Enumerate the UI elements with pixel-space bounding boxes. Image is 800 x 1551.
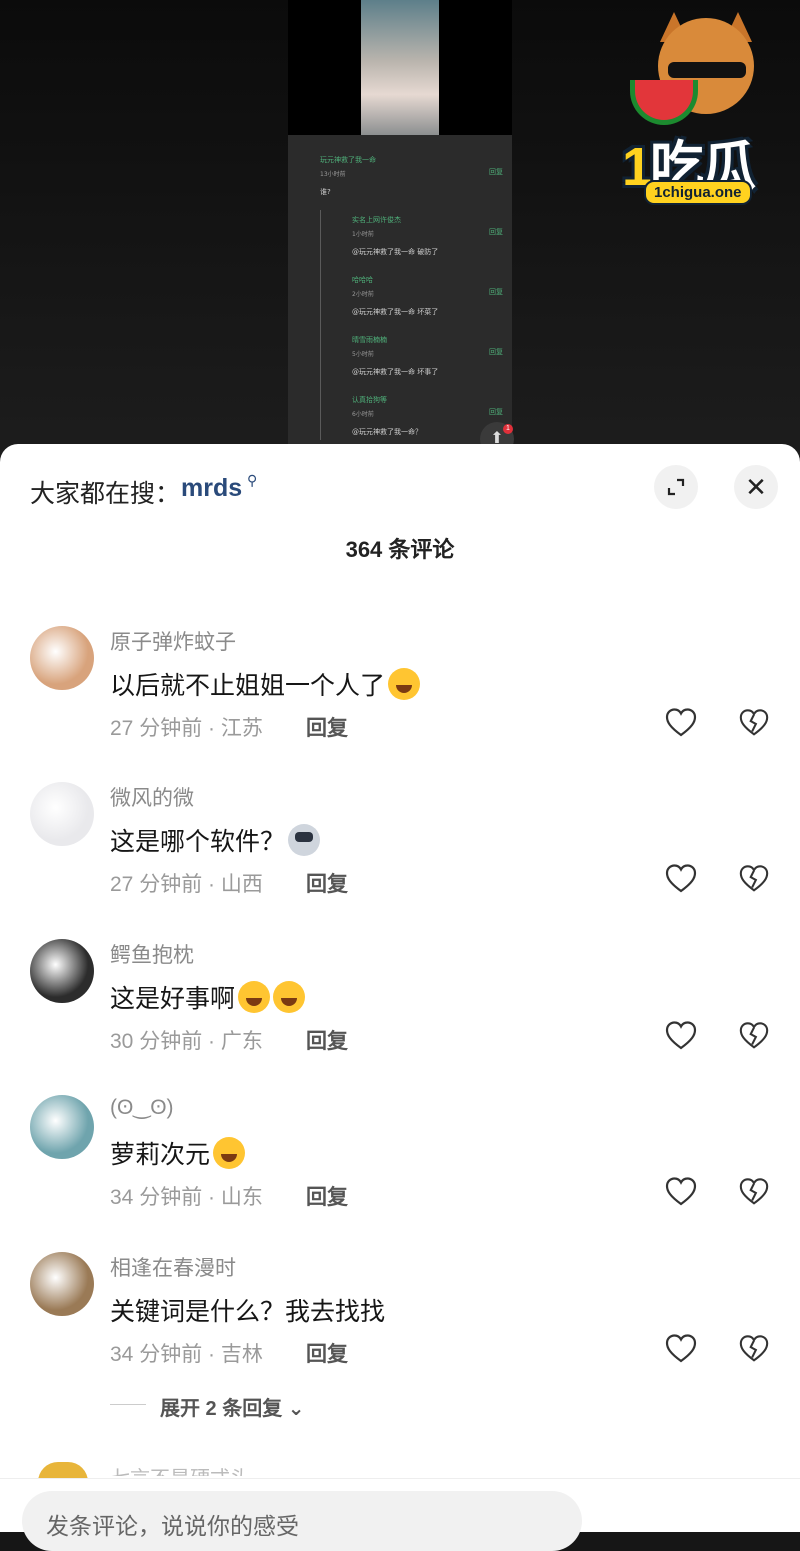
thread-reply-button[interactable]: 回复 (489, 347, 503, 357)
comment-user-name[interactable]: (ʘ‿ʘ) (110, 1095, 174, 1120)
embedded-comment-thread: 玩元神救了我一命 13小时前 谁? 回复 实名上网许俊杰 1小时前 @玩元神救了… (288, 135, 512, 445)
thread-parent-reply[interactable]: 回复 (489, 167, 503, 177)
expand-button[interactable] (654, 465, 698, 509)
like-heart-icon[interactable] (664, 1175, 698, 1209)
crying-laughing-emoji (238, 981, 271, 1013)
close-icon: ✕ (745, 472, 767, 502)
comment-count: 364 条评论 (345, 537, 455, 562)
comment-sheet: 大家都在搜： mrds ⚲ ✕ 364 条评论 原子弹炸蚊子 以后就不止姐姐一个… (0, 444, 800, 1551)
reply-button[interactable]: 回复 (306, 1338, 348, 1368)
like-heart-icon[interactable] (664, 706, 698, 740)
crying-laughing-emoji (273, 981, 306, 1013)
comment-time-location: 34 分钟前 · 山东 (110, 1186, 263, 1209)
reply-button[interactable]: 回复 (306, 1181, 348, 1211)
video-background: 玩元神救了我一命 13小时前 谁? 回复 实名上网许俊杰 1小时前 @玩元神救了… (0, 0, 800, 460)
comment-text: 这是好事啊 (110, 979, 306, 1015)
comment-user-name[interactable]: 微风的微 (110, 782, 194, 812)
avatar[interactable] (30, 939, 94, 1003)
comment-time-location: 34 分钟前 · 吉林 (110, 1343, 263, 1366)
dislike-broken-heart-icon[interactable] (738, 1019, 770, 1053)
crying-laughing-emoji (388, 668, 421, 700)
search-icon: ⚲ (247, 472, 258, 488)
comment-user-name[interactable]: 鳄鱼抱枕 (110, 939, 194, 969)
comment-item: 微风的微 这是哪个软件？ 27 分钟前 · 山西 回复 (0, 782, 800, 932)
reply-button[interactable]: 回复 (306, 712, 348, 742)
video-frame-image (361, 0, 439, 135)
comment-time-location: 27 分钟前 · 江苏 (110, 717, 263, 740)
dislike-broken-heart-icon[interactable] (738, 862, 770, 896)
comment-user-name[interactable]: 原子弹炸蚊子 (110, 626, 236, 656)
dislike-broken-heart-icon[interactable] (738, 1332, 770, 1366)
avatar[interactable] (30, 1252, 94, 1316)
notification-badge: 1 (503, 424, 513, 434)
comment-time-location: 27 分钟前 · 山西 (110, 873, 263, 896)
avatar[interactable] (30, 626, 94, 690)
dislike-broken-heart-icon[interactable] (738, 706, 770, 740)
watermelon-icon (630, 80, 698, 125)
thread-reply-time: 1小时前 (352, 231, 374, 238)
like-heart-icon[interactable] (664, 862, 698, 896)
trending-search-link[interactable]: mrds (181, 474, 242, 503)
avatar[interactable] (30, 782, 94, 846)
thread-reply-name: 实名上网许俊杰 (352, 216, 401, 224)
expand-divider (110, 1404, 146, 1405)
comment-time-location: 30 分钟前 · 广东 (110, 1030, 263, 1053)
comment-item: 鳄鱼抱枕 这是好事啊 30 分钟前 · 广东 回复 (0, 939, 800, 1089)
thread-line (320, 210, 321, 440)
comment-text: 以后就不止姐姐一个人了 (110, 666, 421, 702)
thread-reply-button[interactable]: 回复 (489, 407, 503, 417)
dislike-broken-heart-icon[interactable] (738, 1175, 770, 1209)
thread-reply-button[interactable]: 回复 (489, 227, 503, 237)
comment-text: 这是哪个软件？ (110, 822, 321, 858)
trending-search-label: 大家都在搜： (30, 480, 181, 508)
like-heart-icon[interactable] (664, 1332, 698, 1366)
thread-reply-time: 6小时前 (352, 411, 374, 418)
comment-input-placeholder: 发条评论，说说你的感受 (46, 1513, 299, 1539)
crying-laughing-emoji (213, 1137, 246, 1169)
video-thumbnail[interactable] (288, 0, 512, 135)
thread-reply-name: 认真拾狗等 (352, 396, 387, 404)
thread-reply-name: 哈哈哈 (352, 276, 373, 284)
thread-reply-text: @玩元神救了我一命？ (352, 428, 422, 436)
reply-button[interactable]: 回复 (306, 1025, 348, 1055)
like-heart-icon[interactable] (664, 1019, 698, 1053)
close-button[interactable]: ✕ (734, 465, 778, 509)
expand-icon (667, 478, 685, 496)
avatar[interactable] (30, 1095, 94, 1159)
comment-text: 关键词是什么？我去找找 (110, 1298, 386, 1326)
thread-reply-text: @玩元神救了我一命 破防了 (352, 248, 439, 256)
thread-reply-time: 5小时前 (352, 351, 374, 358)
sunglasses-icon (668, 62, 746, 78)
comment-item: 原子弹炸蚊子 以后就不止姐姐一个人了 27 分钟前 · 江苏 回复 (0, 626, 800, 776)
comment-item: 相逢在春漫时 关键词是什么？我去找找 34 分钟前 · 吉林 回复 (0, 1252, 800, 1402)
comment-input-bar: 发条评论，说说你的感受 (0, 1478, 800, 1551)
thread-reply-text: @玩元神救了我一命 坏事了 (352, 368, 439, 376)
watermark-url: 1chigua.one (644, 180, 752, 205)
thread-parent-text: 谁? (320, 188, 331, 196)
comment-item: (ʘ‿ʘ) 萝莉次元 34 分钟前 · 山东 回复 (0, 1095, 800, 1245)
watermark-logo: 1吃瓜 1chigua.one (620, 10, 790, 210)
reply-button[interactable]: 回复 (306, 868, 348, 898)
thread-reply-button[interactable]: 回复 (489, 287, 503, 297)
thread-reply-time: 2小时前 (352, 291, 374, 298)
comment-user-name[interactable]: 七言不是硬式头 (110, 1462, 250, 1476)
comment-user-name[interactable]: 相逢在春漫时 (110, 1252, 236, 1282)
thread-reply-name: 晴雪雨楠楠 (352, 336, 387, 344)
comment-text: 萝莉次元 (110, 1135, 246, 1171)
thread-reply-text: @玩元神救了我一命 坏菜了 (352, 308, 439, 316)
thread-parent-name: 玩元神救了我一命 (320, 156, 376, 164)
thread-parent-time: 13小时前 (320, 171, 346, 178)
expand-replies-button[interactable]: 展开 2 条回复 ⌄ (160, 1392, 305, 1421)
cat-emoji (288, 824, 321, 856)
